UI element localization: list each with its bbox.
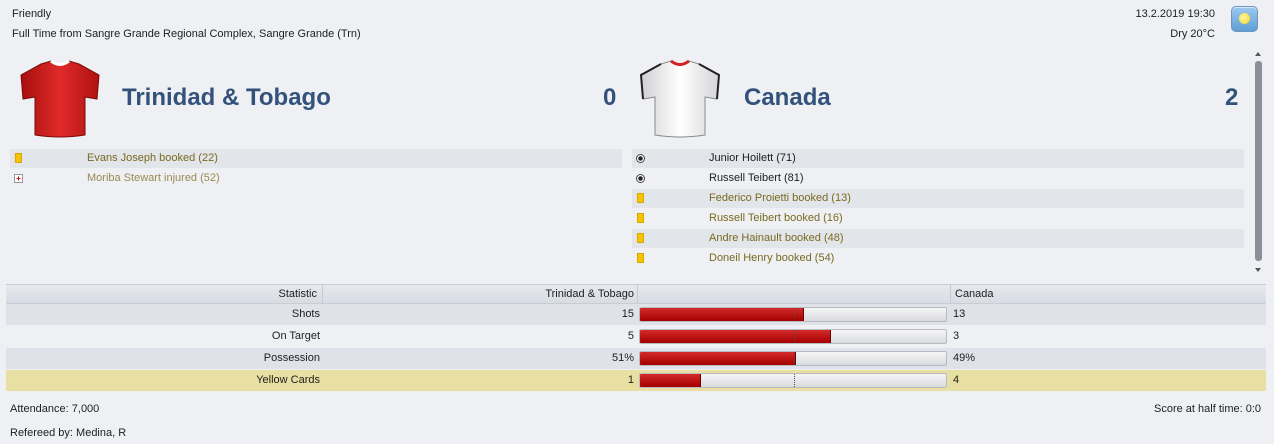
home-event-row[interactable]: Evans Joseph booked (22)	[10, 149, 622, 168]
event-text: Doneil Henry booked (54)	[709, 252, 835, 264]
stat-row-possession: Possession 51% 49%	[6, 348, 1266, 369]
yellow-card-icon	[637, 233, 644, 243]
stat-bar	[639, 351, 947, 366]
stat-away-value: 3	[953, 330, 960, 342]
header-home-team[interactable]: Trinidad & Tobago	[323, 285, 634, 305]
yellow-card-icon	[637, 253, 644, 263]
ball-icon	[636, 154, 645, 163]
away-event-row[interactable]: Doneil Henry booked (54)	[632, 249, 1244, 268]
away-score: 2	[1225, 84, 1239, 111]
competition-label: Friendly	[12, 8, 52, 20]
stat-bar-fill	[640, 308, 805, 321]
stat-away-value: 4	[953, 374, 960, 386]
event-text: Moriba Stewart injured (52)	[87, 172, 220, 184]
home-team-name[interactable]: Trinidad & Tobago	[122, 84, 331, 112]
result-venue-line: Full Time from Sangre Grande Regional Co…	[12, 28, 361, 40]
scrollbar-thumb[interactable]	[1255, 61, 1262, 261]
stat-home-value: 15	[621, 308, 634, 320]
scroll-down-icon[interactable]	[1255, 268, 1261, 272]
stats-header: Statistic Trinidad & Tobago Canada	[6, 284, 1266, 305]
away-event-row[interactable]: Federico Proietti booked (13)	[632, 189, 1244, 208]
home-score: 0	[603, 84, 617, 111]
away-event-row[interactable]: Russell Teibert booked (16)	[632, 209, 1244, 228]
attendance-text: Attendance: 7,000	[10, 403, 100, 415]
match-datetime: 13.2.2019 19:30	[1135, 8, 1215, 20]
yellow-card-icon	[637, 213, 644, 223]
stat-bar	[639, 373, 947, 388]
away-team-name[interactable]: Canada	[744, 84, 831, 112]
away-event-row[interactable]: Junior Hoilett (71)	[632, 149, 1244, 168]
event-text: Federico Proietti booked (13)	[709, 192, 851, 204]
stat-home-value: 1	[627, 374, 634, 386]
half-time-score: Score at half time: 0:0	[1154, 403, 1261, 415]
event-text: Evans Joseph booked (22)	[87, 152, 218, 164]
scroll-up-icon[interactable]	[1255, 52, 1261, 56]
stat-away-value: 13	[953, 308, 966, 320]
stat-row-yellow-cards[interactable]: Yellow Cards 1 4	[6, 370, 1266, 391]
stat-bar-fill	[640, 352, 797, 365]
stat-bar-fill	[640, 374, 702, 387]
referee-text: Refereed by: Medina, R	[10, 427, 127, 439]
stat-row-on-target: On Target 5 3	[6, 326, 1266, 347]
away-event-row[interactable]: Russell Teibert (81)	[632, 169, 1244, 188]
home-event-row[interactable]: + Moriba Stewart injured (52)	[10, 169, 622, 188]
stat-bar-fill	[640, 330, 832, 343]
stat-label: On Target	[271, 330, 320, 342]
stat-bar	[639, 329, 947, 344]
stat-label: Yellow Cards	[256, 374, 320, 386]
stat-label: Shots	[291, 308, 320, 320]
header-away-team[interactable]: Canada	[955, 285, 994, 305]
away-event-row[interactable]: Andre Hainault booked (48)	[632, 229, 1244, 248]
stat-row-shots: Shots 15 13	[6, 304, 1266, 325]
yellow-card-icon	[637, 193, 644, 203]
stat-home-value: 51%	[611, 352, 634, 364]
injury-icon: +	[14, 174, 23, 183]
stat-away-value: 49%	[953, 352, 976, 364]
away-kit-icon	[637, 59, 723, 139]
sun-icon	[1231, 6, 1258, 32]
stat-label: Possession	[263, 352, 320, 364]
event-text: Russell Teibert (81)	[709, 172, 804, 184]
header-statistic[interactable]: Statistic	[6, 285, 317, 305]
ball-icon	[636, 174, 645, 183]
yellow-card-icon	[15, 153, 22, 163]
stat-bar	[639, 307, 947, 322]
events-scrollbar[interactable]	[1254, 52, 1263, 275]
stat-home-value: 5	[627, 330, 634, 342]
weather-text: Dry 20°C	[1170, 28, 1215, 40]
event-text: Andre Hainault booked (48)	[709, 232, 844, 244]
event-text: Junior Hoilett (71)	[709, 152, 796, 164]
home-kit-icon	[17, 59, 103, 139]
event-text: Russell Teibert booked (16)	[709, 212, 843, 224]
